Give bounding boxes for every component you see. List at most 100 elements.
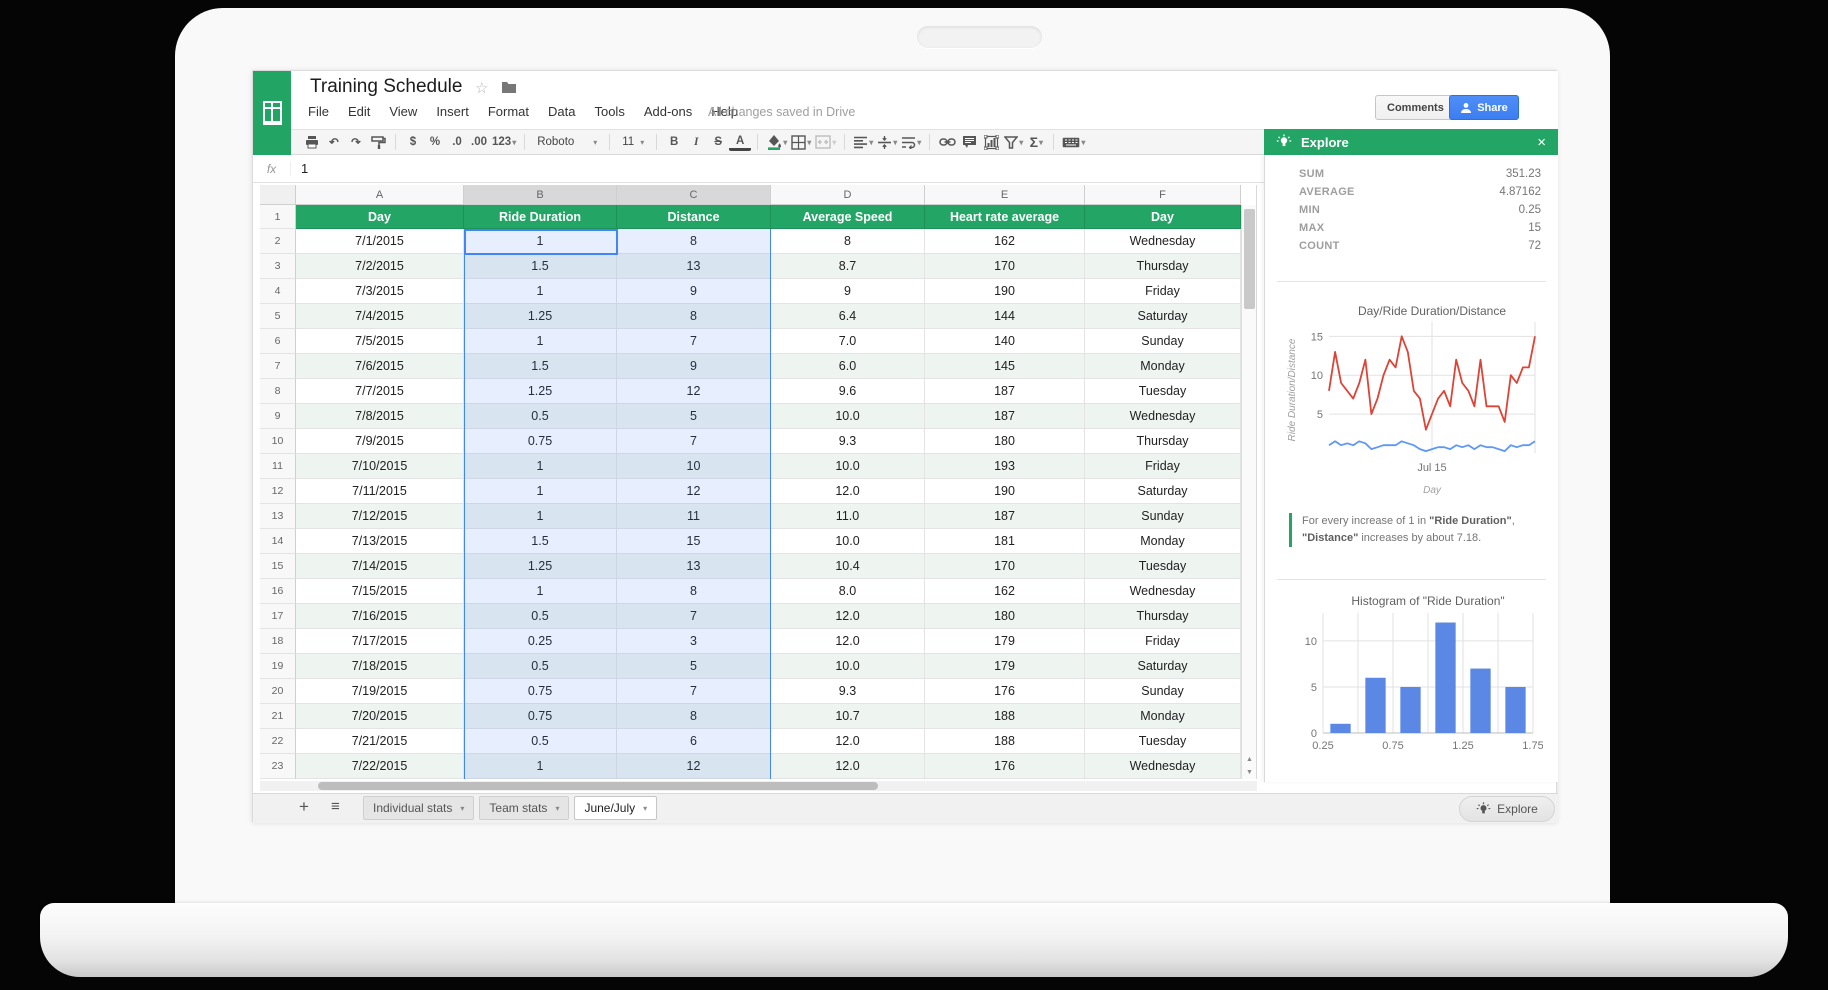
font-family-select[interactable]: Roboto▾ [531,132,603,152]
table-cell[interactable]: 0.75 [464,429,617,454]
column-header-B[interactable]: B [464,185,617,205]
table-cell[interactable]: Sunday [1085,329,1241,354]
table-cell[interactable]: 5 [617,654,771,679]
table-cell[interactable]: 6.0 [771,354,925,379]
table-cell[interactable]: 12 [617,379,771,404]
table-cell[interactable]: Sunday [1085,679,1241,704]
row-header-6[interactable]: 6 [260,329,296,354]
table-cell[interactable]: 0.5 [464,729,617,754]
header-cell[interactable]: Distance [617,205,771,229]
table-cell[interactable]: 140 [925,329,1085,354]
table-cell[interactable]: Sunday [1085,504,1241,529]
table-cell[interactable]: 3 [617,629,771,654]
row-header-17[interactable]: 17 [260,604,296,629]
insert-chart-button[interactable] [980,131,1002,153]
table-cell[interactable]: Tuesday [1085,554,1241,579]
table-cell[interactable]: 1 [464,329,617,354]
table-cell[interactable]: 188 [925,704,1085,729]
table-cell[interactable]: 144 [925,304,1085,329]
table-cell[interactable]: 5 [617,404,771,429]
table-cell[interactable]: Wednesday [1085,404,1241,429]
undo-button[interactable]: ↶ [323,131,345,153]
table-cell[interactable]: 7 [617,604,771,629]
table-cell[interactable]: 10.0 [771,404,925,429]
table-cell[interactable]: 8 [617,579,771,604]
table-cell[interactable]: Wednesday [1085,229,1241,254]
table-cell[interactable]: 7/20/2015 [296,704,464,729]
column-header-C[interactable]: C [617,185,771,205]
table-cell[interactable]: 1 [464,504,617,529]
currency-format-button[interactable]: $ [402,131,424,153]
table-cell[interactable]: Thursday [1085,429,1241,454]
scroll-down-icon[interactable]: ▼ [1244,767,1255,778]
table-cell[interactable]: 7/1/2015 [296,229,464,254]
row-header-7[interactable]: 7 [260,354,296,379]
chevron-down-icon[interactable]: ▾ [460,804,464,813]
table-cell[interactable]: 7/18/2015 [296,654,464,679]
table-cell[interactable]: 176 [925,754,1085,779]
column-header-D[interactable]: D [771,185,925,205]
table-cell[interactable]: 8.0 [771,579,925,604]
vertical-scrollbar[interactable]: ▲ ▼ [1241,205,1257,779]
row-header-5[interactable]: 5 [260,304,296,329]
horizontal-scrollbar-thumb[interactable] [318,782,878,790]
table-cell[interactable]: 0.25 [464,629,617,654]
sheet-tab-individual-stats[interactable]: Individual stats▾ [363,796,474,820]
row-header-3[interactable]: 3 [260,254,296,279]
table-cell[interactable]: Monday [1085,704,1241,729]
table-cell[interactable]: 0.5 [464,654,617,679]
insert-link-button[interactable] [936,131,958,153]
table-cell[interactable]: Saturday [1085,304,1241,329]
decrease-decimal-button[interactable]: .0 [446,131,468,153]
chevron-down-icon[interactable]: ▾ [555,804,559,813]
explore-button[interactable]: Explore [1459,796,1555,822]
table-cell[interactable]: 10.0 [771,529,925,554]
table-cell[interactable]: 187 [925,404,1085,429]
functions-button[interactable]: Σ▾ [1025,131,1047,153]
table-cell[interactable]: 8.7 [771,254,925,279]
header-cell[interactable]: Day [296,205,464,229]
table-cell[interactable]: 10.7 [771,704,925,729]
table-cell[interactable]: 1.5 [464,254,617,279]
table-cell[interactable]: 7/6/2015 [296,354,464,379]
table-cell[interactable]: 0.5 [464,604,617,629]
table-cell[interactable]: 10.0 [771,654,925,679]
horizontal-align-button[interactable]: ▾ [851,131,875,153]
table-cell[interactable]: Friday [1085,454,1241,479]
table-cell[interactable]: 7/14/2015 [296,554,464,579]
table-cell[interactable]: 10.4 [771,554,925,579]
table-cell[interactable]: Friday [1085,629,1241,654]
table-cell[interactable]: 1 [464,229,617,254]
row-header-4[interactable]: 4 [260,279,296,304]
column-header-A[interactable]: A [296,185,464,205]
row-header-21[interactable]: 21 [260,704,296,729]
table-cell[interactable]: 179 [925,629,1085,654]
table-cell[interactable]: 170 [925,554,1085,579]
vertical-scrollbar-thumb[interactable] [1244,209,1255,309]
number-format-button[interactable]: 123▾ [490,131,518,153]
table-cell[interactable]: 13 [617,554,771,579]
table-cell[interactable]: 180 [925,429,1085,454]
increase-decimal-button[interactable]: .00 [468,131,490,153]
table-cell[interactable]: 176 [925,679,1085,704]
table-cell[interactable]: 180 [925,604,1085,629]
row-header-9[interactable]: 9 [260,404,296,429]
paint-format-button[interactable] [367,131,389,153]
sheets-logo-icon[interactable] [253,71,291,155]
table-cell[interactable]: 7/10/2015 [296,454,464,479]
table-cell[interactable]: 12.0 [771,479,925,504]
menu-item-insert[interactable]: Insert [436,104,469,119]
bold-button[interactable]: B [663,131,685,153]
row-header-2[interactable]: 2 [260,229,296,254]
table-cell[interactable]: 1.25 [464,304,617,329]
menu-item-format[interactable]: Format [488,104,529,119]
column-header-E[interactable]: E [925,185,1085,205]
table-cell[interactable]: Saturday [1085,479,1241,504]
table-cell[interactable]: 0.75 [464,704,617,729]
table-cell[interactable]: Thursday [1085,604,1241,629]
all-sheets-button[interactable]: ≡ [331,798,340,815]
filter-button[interactable]: ▾ [1002,131,1025,153]
table-cell[interactable]: 0.75 [464,679,617,704]
table-cell[interactable]: 6 [617,729,771,754]
table-cell[interactable]: Monday [1085,354,1241,379]
